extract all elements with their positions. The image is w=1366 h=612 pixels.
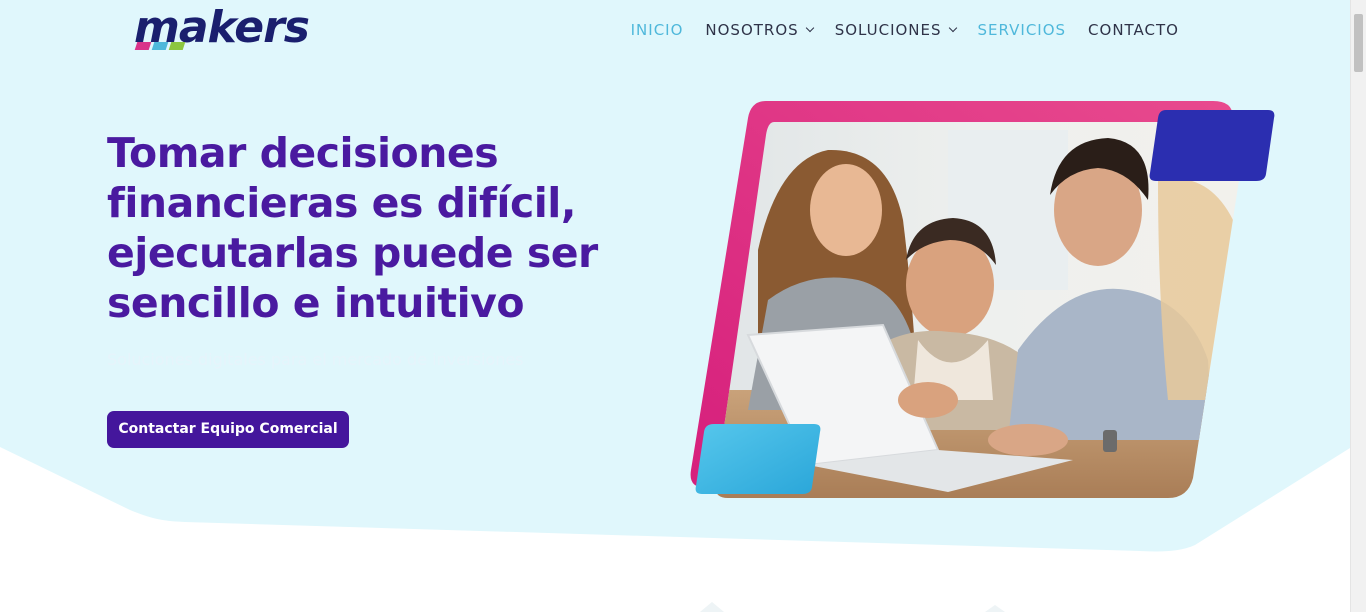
nav-item-nosotros[interactable]: NOSOTROS — [705, 20, 814, 40]
nav-item-contacto[interactable]: CONTACTO — [1088, 20, 1179, 40]
logo-bar-pink — [134, 42, 152, 50]
nav-item-label: SOLUCIONES — [834, 21, 942, 39]
logo-bar-green — [168, 42, 186, 50]
hero-headline: Tomar decisiones financieras es difícil,… — [107, 129, 598, 327]
hero-image-frame — [690, 101, 1275, 498]
logo-bar-cyan — [151, 42, 169, 50]
accent-block-navy — [1149, 110, 1275, 181]
nav-item-label: NOSOTROS — [705, 21, 799, 39]
logo-color-bars — [134, 42, 186, 50]
page-scrollbar[interactable] — [1350, 0, 1366, 612]
accent-block-cyan — [695, 424, 821, 494]
page: makers INICIO NOSOTROS SOLUCIONES SERVIC… — [0, 0, 1366, 612]
contact-sales-button[interactable]: Contactar Equipo Comercial — [107, 411, 349, 448]
chevron-down-icon — [805, 23, 814, 33]
nav-item-servicios[interactable]: SERVICIOS — [978, 20, 1067, 40]
chevron-down-icon — [948, 23, 957, 33]
nav-item-label: CONTACTO — [1088, 21, 1179, 39]
main-nav: INICIO NOSOTROS SOLUCIONES SERVICIOS CON… — [609, 20, 1179, 40]
nav-item-soluciones[interactable]: SOLUCIONES — [834, 20, 957, 40]
nav-item-inicio[interactable]: INICIO — [631, 20, 684, 40]
section-divider-deco — [700, 602, 1005, 612]
hero-subtitle: Soluciones digitales para el mercado de … — [107, 350, 524, 369]
scrollbar-thumb[interactable] — [1354, 14, 1363, 72]
nav-item-label: INICIO — [630, 21, 684, 39]
makers-logo[interactable]: makers — [134, 2, 336, 56]
nav-item-label: SERVICIOS — [977, 21, 1067, 39]
